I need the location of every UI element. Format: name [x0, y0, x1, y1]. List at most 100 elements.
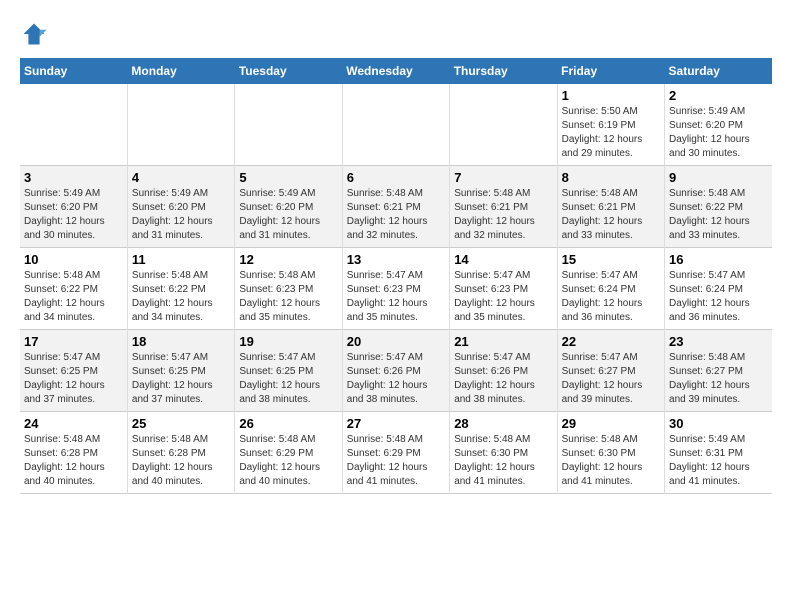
- calendar-cell: [342, 84, 449, 166]
- day-info: Sunrise: 5:49 AMSunset: 6:20 PMDaylight:…: [669, 105, 768, 161]
- day-number: 21: [454, 334, 552, 349]
- day-info: Sunrise: 5:47 AMSunset: 6:26 PMDaylight:…: [347, 351, 445, 407]
- calendar-cell: 9 Sunrise: 5:48 AMSunset: 6:22 PMDaylight…: [665, 166, 772, 248]
- day-info: Sunrise: 5:48 AMSunset: 6:30 PMDaylight:…: [454, 433, 552, 489]
- day-number: 3: [24, 170, 123, 185]
- day-number: 23: [669, 334, 768, 349]
- day-info: Sunrise: 5:49 AMSunset: 6:31 PMDaylight:…: [669, 433, 768, 489]
- calendar-week-row: 3 Sunrise: 5:49 AMSunset: 6:20 PMDaylight…: [20, 166, 772, 248]
- day-info: Sunrise: 5:47 AMSunset: 6:24 PMDaylight:…: [669, 269, 768, 325]
- calendar-cell: 21 Sunrise: 5:47 AMSunset: 6:26 PMDayligh…: [450, 330, 557, 412]
- calendar-cell: 29 Sunrise: 5:48 AMSunset: 6:30 PMDayligh…: [557, 412, 664, 494]
- day-info: Sunrise: 5:48 AMSunset: 6:21 PMDaylight:…: [562, 187, 660, 243]
- calendar-cell: 26 Sunrise: 5:48 AMSunset: 6:29 PMDayligh…: [235, 412, 342, 494]
- day-info: Sunrise: 5:49 AMSunset: 6:20 PMDaylight:…: [239, 187, 337, 243]
- day-number: 16: [669, 252, 768, 267]
- calendar-cell: 14 Sunrise: 5:47 AMSunset: 6:23 PMDayligh…: [450, 248, 557, 330]
- day-number: 26: [239, 416, 337, 431]
- day-number: 4: [132, 170, 230, 185]
- calendar-cell: 19 Sunrise: 5:47 AMSunset: 6:25 PMDayligh…: [235, 330, 342, 412]
- calendar-cell: 16 Sunrise: 5:47 AMSunset: 6:24 PMDayligh…: [665, 248, 772, 330]
- day-header: Tuesday: [235, 58, 342, 84]
- calendar-week-row: 17 Sunrise: 5:47 AMSunset: 6:25 PMDayligh…: [20, 330, 772, 412]
- day-number: 17: [24, 334, 123, 349]
- calendar-cell: 7 Sunrise: 5:48 AMSunset: 6:21 PMDaylight…: [450, 166, 557, 248]
- day-info: Sunrise: 5:48 AMSunset: 6:22 PMDaylight:…: [24, 269, 123, 325]
- calendar-cell: 23 Sunrise: 5:48 AMSunset: 6:27 PMDayligh…: [665, 330, 772, 412]
- day-number: 25: [132, 416, 230, 431]
- day-info: Sunrise: 5:47 AMSunset: 6:25 PMDaylight:…: [239, 351, 337, 407]
- day-info: Sunrise: 5:48 AMSunset: 6:22 PMDaylight:…: [132, 269, 230, 325]
- day-number: 5: [239, 170, 337, 185]
- day-header: Friday: [557, 58, 664, 84]
- day-number: 29: [562, 416, 660, 431]
- day-info: Sunrise: 5:47 AMSunset: 6:27 PMDaylight:…: [562, 351, 660, 407]
- calendar-cell: 1Sunrise: 5:50 AMSunset: 6:19 PMDaylight…: [557, 84, 664, 166]
- day-info: Sunrise: 5:48 AMSunset: 6:30 PMDaylight:…: [562, 433, 660, 489]
- day-info: Sunrise: 5:48 AMSunset: 6:22 PMDaylight:…: [669, 187, 768, 243]
- day-number: 20: [347, 334, 445, 349]
- day-header: Wednesday: [342, 58, 449, 84]
- calendar-cell: 28 Sunrise: 5:48 AMSunset: 6:30 PMDayligh…: [450, 412, 557, 494]
- calendar-cell: 2 Sunrise: 5:49 AMSunset: 6:20 PMDaylight…: [665, 84, 772, 166]
- calendar-cell: 30 Sunrise: 5:49 AMSunset: 6:31 PMDayligh…: [665, 412, 772, 494]
- calendar-cell: 18 Sunrise: 5:47 AMSunset: 6:25 PMDayligh…: [127, 330, 234, 412]
- calendar-cell: 15 Sunrise: 5:47 AMSunset: 6:24 PMDayligh…: [557, 248, 664, 330]
- calendar-week-row: 10Sunrise: 5:48 AMSunset: 6:22 PMDayligh…: [20, 248, 772, 330]
- calendar-cell: 10Sunrise: 5:48 AMSunset: 6:22 PMDayligh…: [20, 248, 127, 330]
- day-number: 13: [347, 252, 445, 267]
- day-number: 9: [669, 170, 768, 185]
- day-info: Sunrise: 5:49 AMSunset: 6:20 PMDaylight:…: [24, 187, 123, 243]
- day-number: 11: [132, 252, 230, 267]
- day-header: Thursday: [450, 58, 557, 84]
- logo-icon: [20, 20, 48, 48]
- calendar-week-row: 24 Sunrise: 5:48 AMSunset: 6:28 PMDayligh…: [20, 412, 772, 494]
- day-info: Sunrise: 5:48 AMSunset: 6:28 PMDaylight:…: [132, 433, 230, 489]
- calendar-cell: 11 Sunrise: 5:48 AMSunset: 6:22 PMDayligh…: [127, 248, 234, 330]
- day-info: Sunrise: 5:48 AMSunset: 6:28 PMDaylight:…: [24, 433, 123, 489]
- day-number: 27: [347, 416, 445, 431]
- day-info: Sunrise: 5:48 AMSunset: 6:23 PMDaylight:…: [239, 269, 337, 325]
- day-number: 30: [669, 416, 768, 431]
- day-info: Sunrise: 5:48 AMSunset: 6:29 PMDaylight:…: [347, 433, 445, 489]
- day-number: 8: [562, 170, 660, 185]
- calendar-cell: [127, 84, 234, 166]
- calendar-cell: 12 Sunrise: 5:48 AMSunset: 6:23 PMDayligh…: [235, 248, 342, 330]
- day-number: 2: [669, 88, 768, 103]
- logo: [20, 20, 52, 48]
- calendar-cell: [235, 84, 342, 166]
- calendar-cell: 6Sunrise: 5:48 AMSunset: 6:21 PMDaylight…: [342, 166, 449, 248]
- calendar-cell: 5 Sunrise: 5:49 AMSunset: 6:20 PMDaylight…: [235, 166, 342, 248]
- calendar-cell: 20 Sunrise: 5:47 AMSunset: 6:26 PMDayligh…: [342, 330, 449, 412]
- day-number: 28: [454, 416, 552, 431]
- calendar-week-row: 1Sunrise: 5:50 AMSunset: 6:19 PMDaylight…: [20, 84, 772, 166]
- day-info: Sunrise: 5:48 AMSunset: 6:27 PMDaylight:…: [669, 351, 768, 407]
- day-info: Sunrise: 5:47 AMSunset: 6:23 PMDaylight:…: [454, 269, 552, 325]
- day-number: 19: [239, 334, 337, 349]
- calendar-cell: 27 Sunrise: 5:48 AMSunset: 6:29 PMDayligh…: [342, 412, 449, 494]
- day-number: 1: [562, 88, 660, 103]
- day-number: 12: [239, 252, 337, 267]
- calendar-cell: 8 Sunrise: 5:48 AMSunset: 6:21 PMDaylight…: [557, 166, 664, 248]
- calendar-cell: 22Sunrise: 5:47 AMSunset: 6:27 PMDayligh…: [557, 330, 664, 412]
- calendar-cell: [450, 84, 557, 166]
- day-header: Saturday: [665, 58, 772, 84]
- day-info: Sunrise: 5:47 AMSunset: 6:25 PMDaylight:…: [132, 351, 230, 407]
- calendar-cell: 25 Sunrise: 5:48 AMSunset: 6:28 PMDayligh…: [127, 412, 234, 494]
- day-number: 14: [454, 252, 552, 267]
- day-info: Sunrise: 5:47 AMSunset: 6:25 PMDaylight:…: [24, 351, 123, 407]
- day-number: 15: [562, 252, 660, 267]
- day-info: Sunrise: 5:48 AMSunset: 6:29 PMDaylight:…: [239, 433, 337, 489]
- day-header: Sunday: [20, 58, 127, 84]
- day-number: 18: [132, 334, 230, 349]
- day-info: Sunrise: 5:47 AMSunset: 6:26 PMDaylight:…: [454, 351, 552, 407]
- day-number: 7: [454, 170, 552, 185]
- page-header: [20, 20, 772, 48]
- day-info: Sunrise: 5:48 AMSunset: 6:21 PMDaylight:…: [347, 187, 445, 243]
- day-info: Sunrise: 5:47 AMSunset: 6:24 PMDaylight:…: [562, 269, 660, 325]
- calendar-cell: 13 Sunrise: 5:47 AMSunset: 6:23 PMDayligh…: [342, 248, 449, 330]
- day-info: Sunrise: 5:48 AMSunset: 6:21 PMDaylight:…: [454, 187, 552, 243]
- day-info: Sunrise: 5:47 AMSunset: 6:23 PMDaylight:…: [347, 269, 445, 325]
- day-number: 24: [24, 416, 123, 431]
- day-header: Monday: [127, 58, 234, 84]
